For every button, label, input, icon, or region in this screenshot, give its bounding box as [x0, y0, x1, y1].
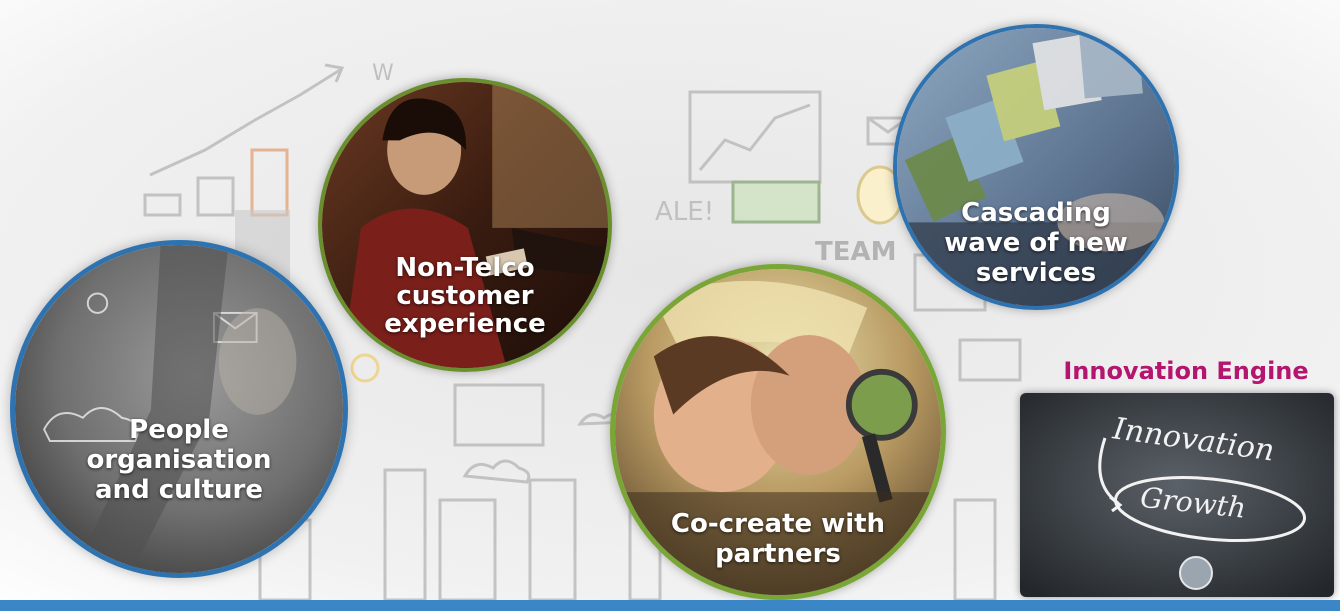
cascading-label: Cascading wave of new services	[897, 198, 1175, 288]
people-line-2: organisation	[86, 445, 272, 475]
people-label: People organisation and culture	[15, 415, 343, 505]
non-telco-line-3: experience	[384, 309, 546, 339]
non-telco-label: Non-Telco customer experience	[322, 254, 608, 338]
people-line-3: and culture	[95, 475, 263, 505]
non-telco-line-1: Non-Telco	[395, 253, 535, 283]
cascading-wave-new-services-circle: Cascading wave of new services	[893, 24, 1179, 310]
non-telco-customer-experience-circle: Non-Telco customer experience	[318, 78, 612, 372]
co-create-with-partners-circle: Co-create with partners	[610, 264, 946, 600]
co-create-label: Co-create with partners	[615, 509, 941, 569]
people-photo	[15, 245, 343, 573]
cascading-line-2: wave of new	[944, 228, 1128, 258]
co-create-line-2: partners	[715, 539, 841, 569]
cascading-line-3: services	[975, 258, 1097, 288]
innovation-engine-title: Innovation Engine	[1063, 357, 1309, 385]
co-create-line-1: Co-create with	[670, 509, 886, 539]
non-telco-line-2: customer	[396, 281, 534, 311]
bottom-accent-bar	[0, 600, 1340, 611]
people-line-1: People	[129, 415, 229, 445]
innovation-chalkboard-image: Innovation Growth	[1020, 393, 1334, 597]
chalkboard-illustration: Innovation Growth	[1020, 393, 1334, 597]
people-organisation-culture-circle: People organisation and culture	[10, 240, 348, 578]
sketch-text: ALE!	[655, 197, 714, 227]
team-sign-text: TEAM	[815, 237, 897, 267]
cascading-line-1: Cascading	[961, 198, 1111, 228]
